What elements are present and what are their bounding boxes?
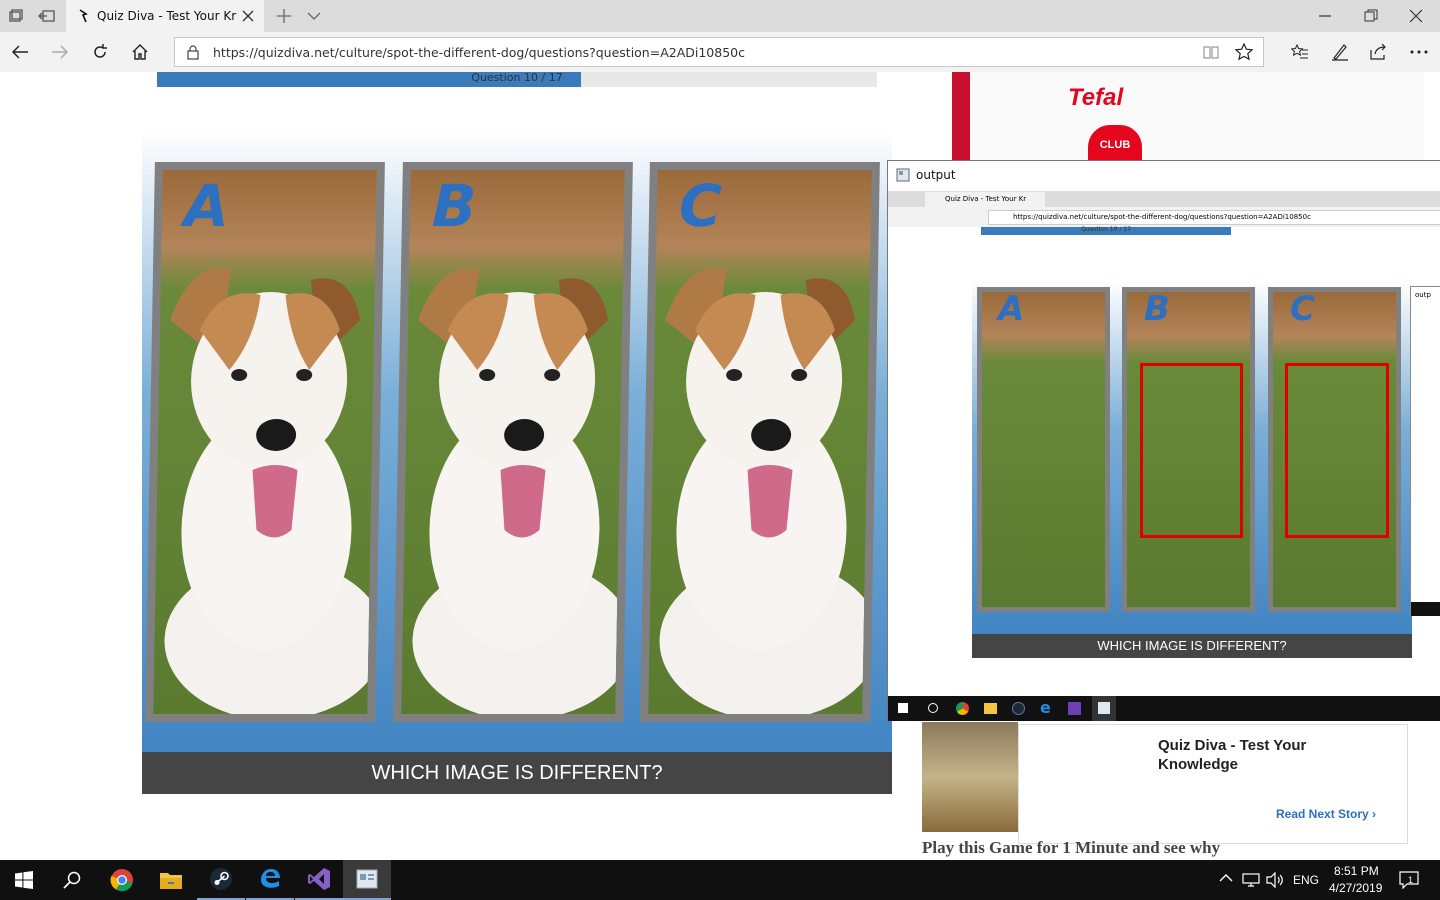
mini-edge-icon: e — [1040, 698, 1051, 717]
favorite-star-icon[interactable] — [1235, 43, 1253, 61]
address-bar[interactable]: https://quizdiva.net/culture/spot-the-di… — [174, 37, 1264, 67]
tab-strip: Quiz Diva - Test Your Kr — [0, 0, 1440, 32]
minimize-icon[interactable] — [1318, 9, 1332, 23]
tab-manager-icon[interactable] — [8, 8, 24, 24]
chevron-right-icon: › — [1372, 807, 1377, 821]
clock-time[interactable]: 8:51 PM — [1334, 864, 1379, 878]
mini-vs-icon — [1068, 702, 1081, 715]
reading-view-icon[interactable] — [1203, 45, 1219, 60]
mini-letter-b: B — [1144, 289, 1170, 329]
notes-pen-icon[interactable] — [1331, 43, 1349, 61]
option-letter-c: C — [678, 172, 723, 240]
ad-headline[interactable]: Play this Game for 1 Minute and see why — [922, 838, 1220, 858]
search-icon[interactable] — [48, 860, 96, 900]
favorites-hub-icon[interactable] — [1291, 44, 1309, 60]
output-window-icon — [896, 168, 910, 182]
steam-icon[interactable] — [197, 860, 245, 900]
mini-tab: Quiz Diva - Test Your Kr — [925, 192, 1045, 207]
close-tab-icon[interactable] — [242, 10, 254, 22]
mini-panel-a — [977, 287, 1110, 612]
detection-box-c — [1285, 363, 1389, 538]
home-icon[interactable] — [131, 43, 149, 61]
quiz-progress-bar: Question 10 / 17 — [157, 71, 877, 87]
quiz-image: A B C — [142, 130, 892, 794]
mini-letter-a: A — [998, 289, 1025, 329]
output-app-icon[interactable] — [343, 860, 391, 900]
club-tefal-badge: CLUB — [1088, 125, 1142, 161]
ad-thumbnail[interactable] — [922, 722, 1018, 832]
mini-question-text: WHICH IMAGE IS DIFFERENT? — [972, 634, 1412, 658]
detection-box-b — [1140, 363, 1243, 538]
volume-icon[interactable] — [1266, 872, 1284, 888]
set-aside-tabs-icon[interactable] — [38, 8, 56, 24]
share-icon[interactable] — [1370, 43, 1388, 61]
new-tab-icon[interactable] — [276, 8, 292, 24]
tab-title: Quiz Diva - Test Your Kr — [97, 9, 237, 23]
dog-illustration — [659, 268, 872, 714]
nested-output-window: outp — [1410, 286, 1440, 616]
mini-start-icon — [898, 703, 908, 713]
more-options-icon[interactable] — [1410, 50, 1428, 54]
mini-output-app-icon — [1092, 696, 1116, 721]
mini-explorer-icon — [984, 703, 997, 714]
tab-preview-chevron-icon[interactable] — [307, 11, 321, 21]
question-text: WHICH IMAGE IS DIFFERENT? — [142, 752, 892, 794]
option-letter-b: B — [431, 172, 477, 240]
progress-label: Question 10 / 17 — [471, 71, 563, 84]
mini-progress-label: Question 10 / 17 — [1081, 226, 1131, 233]
visual-studio-icon[interactable] — [295, 860, 343, 900]
read-next-story-label: Read Next Story — [1276, 807, 1369, 821]
lock-icon — [187, 45, 199, 60]
dog-illustration — [164, 268, 377, 714]
tefal-logo: Tefal — [1068, 84, 1124, 111]
mini-letter-c: C — [1290, 289, 1315, 329]
tab-quiz-diva[interactable]: Quiz Diva - Test Your Kr — [66, 0, 264, 32]
restore-icon[interactable] — [1364, 9, 1378, 23]
nested-output-title: outp — [1415, 291, 1431, 299]
output-titlebar[interactable]: output — [888, 161, 1440, 191]
action-center-icon[interactable]: 1 — [1399, 871, 1419, 889]
option-letter-a: A — [183, 172, 230, 240]
language-indicator[interactable]: ENG — [1293, 873, 1319, 887]
notification-count: 1 — [1408, 875, 1414, 885]
windows-start-icon[interactable] — [0, 860, 48, 900]
dog-illustration — [412, 268, 625, 714]
output-window-title: output — [916, 168, 956, 182]
ad-card-title: Quiz Diva - Test Your Knowledge — [1158, 737, 1307, 773]
output-taskbar: e — [888, 696, 1440, 721]
mini-chrome-icon — [956, 702, 969, 715]
network-icon[interactable] — [1242, 872, 1260, 888]
ad-banner-top[interactable] — [952, 72, 1424, 162]
url-text: https://quizdiva.net/culture/spot-the-di… — [213, 45, 745, 60]
option-panel-c[interactable]: C — [640, 162, 880, 722]
close-window-icon[interactable] — [1409, 9, 1423, 23]
show-hidden-icons-chevron-icon[interactable] — [1219, 873, 1233, 883]
mini-steam-icon — [1012, 702, 1025, 715]
dog-photo-b — [401, 170, 625, 714]
clock-date[interactable]: 4/27/2019 — [1329, 881, 1382, 895]
option-panel-a[interactable]: A — [145, 162, 385, 722]
edge-icon[interactable] — [246, 860, 294, 900]
favicon-icon — [78, 9, 88, 23]
dog-photo-c — [648, 170, 872, 714]
refresh-icon[interactable] — [91, 43, 109, 61]
output-window[interactable]: output Quiz Diva - Test Your Kr https://… — [887, 160, 1440, 721]
dog-photo-a — [153, 170, 377, 714]
file-explorer-icon[interactable] — [147, 860, 195, 900]
back-icon[interactable] — [11, 43, 29, 61]
windows-taskbar: ENG 8:51 PM 4/27/2019 1 — [0, 860, 1440, 900]
mini-search-icon — [928, 703, 938, 713]
forward-icon[interactable] — [51, 43, 69, 61]
output-screenshot: Quiz Diva - Test Your Kr https://quizdiv… — [888, 191, 1440, 696]
chrome-icon[interactable] — [98, 860, 146, 900]
mini-address: https://quizdiva.net/culture/spot-the-di… — [988, 210, 1440, 225]
option-panel-b[interactable]: B — [393, 162, 633, 722]
read-next-story-link[interactable]: Read Next Story › — [1276, 807, 1376, 821]
